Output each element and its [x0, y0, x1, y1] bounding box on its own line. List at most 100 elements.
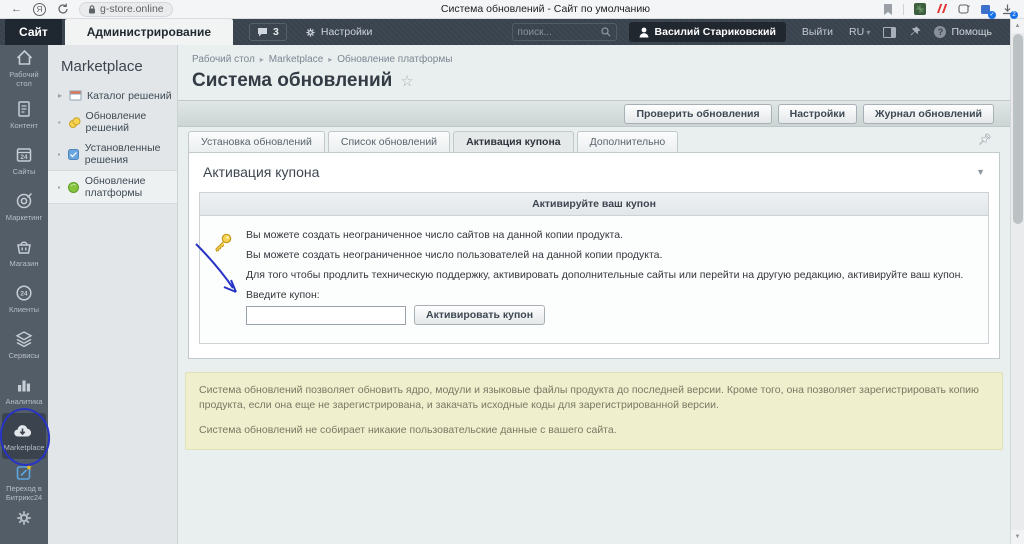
sidebar-item-bitrix24[interactable]: ★ Переход в Битрикс24 [0, 459, 48, 505]
section-title: Активация купона [203, 164, 319, 180]
sidebar-item-services[interactable]: Сервисы [0, 321, 48, 367]
sidebar-item-analytics[interactable]: Аналитика [0, 367, 48, 413]
coupon-input[interactable] [246, 306, 406, 325]
breadcrumb-item[interactable]: Обновление платформы [337, 54, 452, 65]
sidebar-item-label: Клиенты [7, 305, 41, 314]
sidebar-item-shop[interactable]: Магазин [0, 229, 48, 275]
help-button[interactable]: ? Помощь [934, 26, 992, 38]
search-icon [601, 27, 611, 37]
tab-install-updates[interactable]: Установка обновлений [188, 131, 325, 152]
gear-icon [305, 27, 316, 38]
logout-link[interactable]: Выйти [802, 26, 833, 38]
expand-arrow-icon[interactable]: ▸ [56, 91, 64, 100]
search-input[interactable] [518, 27, 601, 38]
browser-tab-title: Система обновлений - Сайт по умолчанию [210, 3, 881, 15]
check-updates-button[interactable]: Проверить обновления [624, 104, 771, 124]
tab-additional[interactable]: Дополнительно [577, 131, 679, 152]
page-toolbar: Проверить обновления Настройки Журнал об… [178, 100, 1010, 127]
notifications-button[interactable]: 3 [249, 23, 287, 41]
pin-icon[interactable] [908, 26, 922, 38]
language-selector[interactable]: RU [849, 26, 870, 38]
submenu-item-label: Установленные решения [85, 142, 173, 166]
coupon-info-line: Вы можете создать неограниченное число п… [246, 249, 963, 261]
favorite-star-icon[interactable]: ☆ [400, 72, 413, 90]
main-content: Рабочий стол ▸ Marketplace ▸ Обновление … [178, 45, 1010, 544]
scroll-up-icon[interactable]: ▲ [1011, 19, 1024, 33]
bar-chart-icon [14, 375, 34, 395]
topbar-settings-button[interactable]: Настройки [305, 26, 373, 38]
sidebar-item-content[interactable]: Контент [0, 91, 48, 137]
sidebar-item-label: Рабочий стол [0, 70, 48, 88]
collapse-chevron-icon[interactable]: ▼ [976, 167, 985, 177]
coupon-panel: Активация купона ▼ Активируйте ваш купон… [188, 152, 1000, 359]
tab-coupon-activation[interactable]: Активация купона [453, 131, 574, 152]
scrollbar-thumb[interactable] [1013, 34, 1023, 224]
activate-coupon-button[interactable]: Активировать купон [414, 305, 545, 325]
site-tab[interactable]: Сайт [5, 19, 62, 45]
coupon-box-header: Активируйте ваш купон [200, 193, 988, 216]
submenu-item-installed-solutions[interactable]: ▪ Установленные решения [48, 138, 177, 170]
url-text: g-store.online [100, 3, 164, 15]
admin-search[interactable] [512, 23, 617, 41]
breadcrumb-separator: ▸ [260, 55, 264, 64]
gear-icon [15, 509, 33, 527]
question-icon: ? [934, 26, 946, 38]
basket-icon [14, 237, 34, 257]
profile-sync-icon[interactable]: ✓ [979, 3, 992, 16]
page-scrollbar[interactable]: ▲ ▼ [1010, 19, 1024, 544]
sidebar-item-label: Marketplace [2, 443, 47, 452]
divider [903, 4, 904, 15]
sidebar-item-clients[interactable]: 24 Клиенты [0, 275, 48, 321]
page-title: Система обновлений [192, 70, 392, 92]
administration-tab[interactable]: Администрирование [65, 19, 233, 45]
bullet-icon: ▪ [56, 183, 62, 192]
sidebar-item-marketing[interactable]: Маркетинг [0, 183, 48, 229]
refresh-icon[interactable] [56, 3, 69, 16]
chat-bubble-icon [257, 27, 268, 37]
layers-icon [14, 329, 34, 349]
admin-top-bar: Сайт Администрирование 3 Настройки Васил… [0, 19, 1010, 45]
back-icon[interactable]: ← [10, 3, 23, 16]
coupon-box: Активируйте ваш купон Вы можете создать … [199, 192, 989, 344]
extension-outline-icon[interactable] [957, 3, 970, 16]
clients-24-icon: 24 [14, 283, 34, 303]
breadcrumb-item[interactable]: Рабочий стол [192, 54, 255, 65]
home-icon [14, 48, 35, 68]
sidebar-item-desktop[interactable]: Рабочий стол [0, 45, 48, 91]
bookmark-icon[interactable] [881, 3, 894, 16]
address-bar[interactable]: g-store.online [79, 2, 173, 17]
update-log-button[interactable]: Журнал обновлений [863, 104, 994, 124]
submenu-item-catalog[interactable]: ▸ Каталог решений [48, 85, 177, 106]
help-label: Помощь [951, 26, 992, 38]
submenu-item-platform-update[interactable]: ▪ Обновление платформы [48, 170, 177, 204]
tab-updates-list[interactable]: Список обновлений [328, 131, 450, 152]
sidebar-settings-button[interactable] [0, 509, 48, 527]
submenu-item-solution-updates[interactable]: ▪ Обновление решений [48, 106, 177, 138]
sidebar-item-label: Сайты [11, 167, 38, 176]
target-icon [14, 191, 34, 211]
user-menu[interactable]: Василий Стариковский [629, 22, 786, 42]
svg-text:24: 24 [20, 290, 28, 297]
coupon-input-label: Введите купон: [246, 289, 963, 301]
user-name: Василий Стариковский [655, 26, 776, 38]
extension-red-icon[interactable] [935, 3, 948, 16]
browser-menu-icon[interactable]: Я [33, 3, 46, 16]
sidebar-item-marketplace[interactable]: Marketplace [2, 413, 46, 459]
pin-form-icon[interactable]: 📌︎ [978, 133, 992, 146]
note-paragraph: Система обновлений позволяет обновить яд… [199, 383, 989, 413]
user-icon [639, 27, 649, 38]
sidebar-item-label: Переход в Битрикс24 [0, 484, 48, 502]
sidebar-item-label: Магазин [8, 259, 41, 268]
bullet-icon: ▪ [56, 118, 63, 127]
panel-toggle-icon[interactable] [882, 26, 896, 38]
download-icon[interactable]: 2 [1001, 3, 1014, 16]
extension-green-icon[interactable] [913, 3, 926, 16]
installed-icon [67, 148, 80, 161]
cloud-download-icon [12, 421, 36, 441]
tab-strip: Установка обновлений Список обновлений А… [178, 127, 1010, 152]
breadcrumb-item[interactable]: Marketplace [269, 54, 323, 65]
sidebar-item-sites[interactable]: 24 Сайты [0, 137, 48, 183]
bullet-icon: ▪ [56, 150, 62, 159]
settings-button[interactable]: Настройки [778, 104, 857, 124]
scroll-down-icon[interactable]: ▼ [1011, 530, 1024, 544]
